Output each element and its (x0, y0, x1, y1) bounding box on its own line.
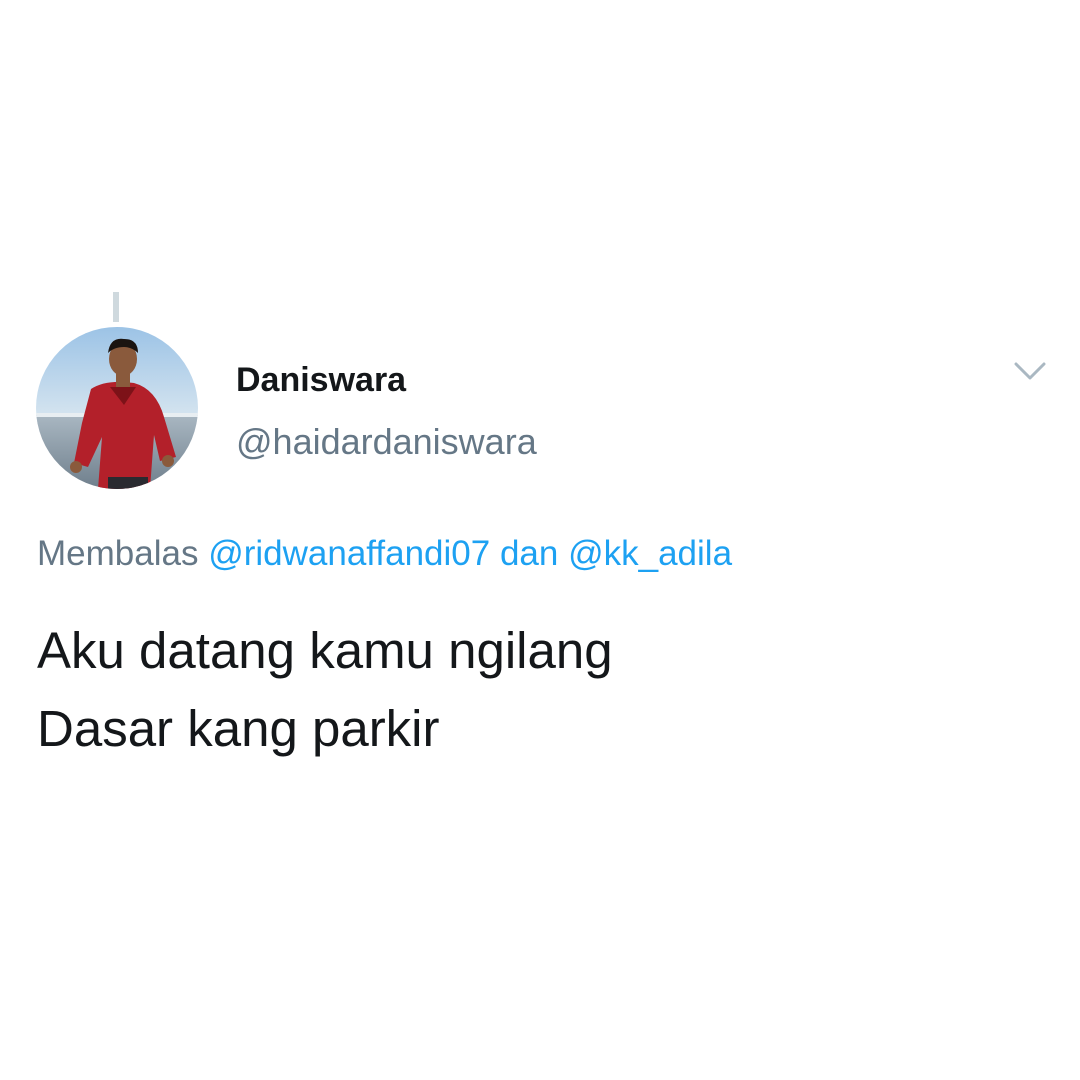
reply-context: Membalas @ridwanaffandi07 dan @kk_adila (37, 534, 732, 574)
mention-link[interactable]: @ridwanaffandi07 (208, 534, 490, 573)
reply-conjunction: dan (499, 534, 559, 573)
thread-connector-line (113, 292, 119, 322)
profile-photo-icon (36, 327, 198, 489)
tweet-text-line: Aku datang kamu ngilang (37, 622, 613, 679)
author-display-name[interactable]: Daniswara (236, 361, 406, 400)
avatar[interactable] (36, 327, 198, 489)
reply-prefix: Membalas (37, 534, 199, 573)
chevron-down-icon (1014, 362, 1046, 380)
mention-link[interactable]: @kk_adila (568, 534, 732, 573)
tweet-body: Aku datang kamu ngilang Dasar kang parki… (37, 612, 613, 768)
tweet-menu-button[interactable] (1010, 356, 1050, 386)
author-handle[interactable]: @haidardaniswara (236, 421, 537, 463)
tweet-text-line: Dasar kang parkir (37, 700, 440, 757)
